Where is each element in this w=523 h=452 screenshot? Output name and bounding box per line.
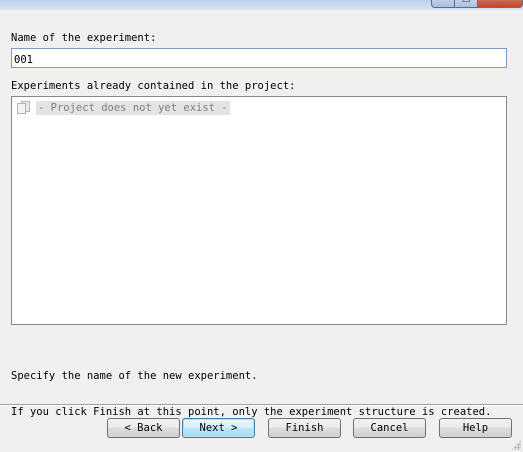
minimize-icon: – xyxy=(441,0,446,4)
close-icon: ✕ xyxy=(496,0,504,4)
resize-grip[interactable] xyxy=(511,440,521,450)
maximize-icon: □ xyxy=(462,0,471,4)
info-line-2: If you click Finish at this point, only … xyxy=(11,406,492,418)
existing-experiments-label: Experiments already contained in the pro… xyxy=(11,80,296,92)
next-button[interactable]: Next > xyxy=(182,418,255,438)
new-experiment-dialog: – □ ✕ Name of the experiment: Experiment… xyxy=(0,0,523,452)
window-controls: – □ ✕ xyxy=(431,0,523,8)
maximize-button[interactable]: □ xyxy=(454,0,478,8)
help-button[interactable]: Help xyxy=(439,418,512,438)
back-button[interactable]: < Back xyxy=(107,418,180,438)
experiment-name-label: Name of the experiment: xyxy=(11,32,157,44)
list-item-label: - Project does not yet exist - xyxy=(36,101,230,115)
button-bar-divider xyxy=(0,404,523,406)
list-item[interactable]: - Project does not yet exist - xyxy=(17,100,230,116)
cancel-button[interactable]: Cancel xyxy=(353,418,426,438)
finish-button[interactable]: Finish xyxy=(268,418,341,438)
minimize-button[interactable]: – xyxy=(431,0,455,8)
info-line-1: Specify the name of the new experiment. xyxy=(11,370,258,382)
close-button[interactable]: ✕ xyxy=(477,0,523,8)
experiment-name-input[interactable] xyxy=(11,48,507,68)
document-stack-icon xyxy=(17,101,32,115)
existing-experiments-list[interactable]: - Project does not yet exist - xyxy=(11,96,507,325)
